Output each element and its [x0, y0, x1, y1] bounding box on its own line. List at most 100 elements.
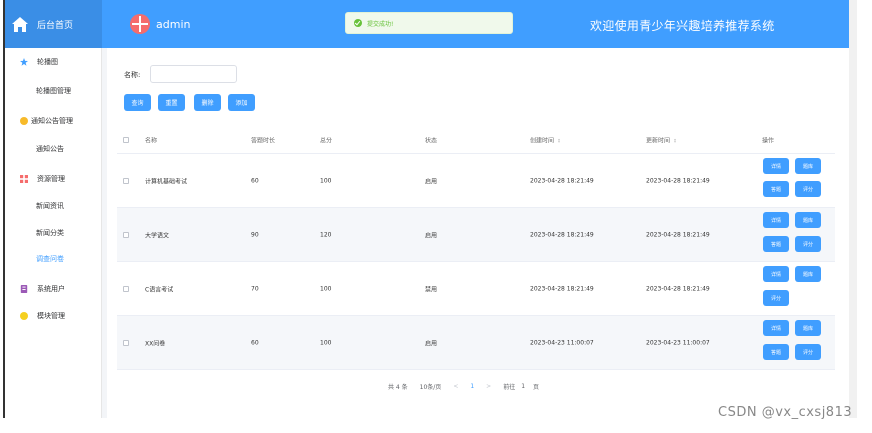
avatar [130, 14, 150, 34]
menu-group-label: 模块管理 [37, 312, 65, 320]
select-all-checkbox[interactable] [123, 136, 129, 143]
menu-group-notice[interactable]: 通知公告管理 [20, 116, 73, 126]
cell-score: 100 [320, 339, 332, 346]
user-menu[interactable]: admin [130, 14, 190, 34]
module-icon [20, 312, 28, 320]
pagination: 共 4 条 10条/页 < 1 > 前往 1 页 [388, 382, 551, 391]
goto-page-input[interactable]: 1 [521, 383, 525, 390]
site-title: 欢迎使用青少年兴趣培养推荐系统 [590, 19, 775, 33]
user-icon [20, 285, 28, 293]
menu-group-module[interactable]: 模块管理 [20, 311, 65, 321]
cell-updated: 2023-04-28 18:21:49 [646, 231, 710, 238]
star-icon [20, 58, 28, 66]
menu-group-label: 轮播图 [37, 58, 58, 66]
notice-icon [20, 117, 28, 125]
cell-duration: 70 [251, 285, 259, 292]
success-toast: 提交成功! [345, 12, 513, 34]
detail-button[interactable]: 详情 [763, 212, 789, 228]
detail-button[interactable]: 详情 [763, 320, 789, 336]
add-button[interactable]: 添加 [228, 94, 255, 111]
cell-status: 启用 [425, 232, 438, 239]
name-search-input[interactable] [150, 65, 237, 83]
cell-created: 2023-04-28 18:21:49 [530, 231, 594, 238]
question-bank-button[interactable]: 题库 [795, 320, 821, 336]
total-count: 共 4 条 [388, 384, 408, 391]
username: admin [156, 17, 191, 31]
cell-created: 2023-04-23 11:00:07 [530, 339, 594, 346]
col-updated-label: 更新时间 [646, 137, 671, 144]
cell-duration: 90 [251, 231, 259, 238]
cell-name: 计算机基础考试 [145, 178, 188, 185]
cell-status: 启用 [425, 340, 438, 347]
admin-app: 后台首页 admin 提交成功! 欢迎使用青少年兴趣培养推荐系统 轮播图 轮播图… [3, 0, 851, 418]
question-bank-button[interactable]: 题库 [795, 212, 821, 228]
sort-icon: ⇕ [673, 138, 678, 144]
main-content: 名称: 查询 重置 删除 添加 名称 答题时长 总分 状态 创建时间 ⇕ 更新时间… [108, 48, 851, 418]
table-row: C语言考试 70 100 禁用 2023-04-28 18:21:49 2023… [117, 262, 835, 316]
menu-item-news-category[interactable]: 新闻分类 [36, 228, 64, 238]
col-name: 名称 [145, 137, 158, 144]
brand-label: 后台首页 [37, 20, 74, 31]
brand-home-link[interactable]: 后台首页 [5, 0, 102, 48]
cell-duration: 60 [251, 177, 259, 184]
goto-label: 前往 [503, 384, 516, 391]
cell-created: 2023-04-28 18:21:49 [530, 285, 594, 292]
grade-button[interactable]: 评分 [795, 344, 821, 360]
grade-button[interactable]: 评分 [795, 181, 821, 197]
detail-button[interactable]: 详情 [763, 158, 789, 174]
sidebar-divider [102, 48, 107, 418]
row-checkbox[interactable] [123, 285, 129, 292]
cell-status: 启用 [425, 178, 438, 185]
table-row: 计算机基础考试 60 100 启用 2023-04-28 18:21:49 20… [117, 154, 835, 208]
top-header: 后台首页 admin 提交成功! 欢迎使用青少年兴趣培养推荐系统 [5, 0, 851, 48]
answer-button[interactable]: 答题 [763, 344, 789, 360]
row-checkbox[interactable] [123, 339, 129, 346]
reset-button[interactable]: 重置 [158, 94, 185, 111]
cell-name: 大学语文 [145, 232, 170, 239]
col-created-label: 创建时间 [530, 137, 555, 144]
page-scrollbar[interactable] [849, 0, 857, 418]
col-status: 状态 [425, 137, 438, 144]
cell-duration: 60 [251, 339, 259, 346]
page-size-select[interactable]: 10条/页 [420, 382, 442, 391]
col-created[interactable]: 创建时间 ⇕ [530, 135, 561, 144]
menu-item-carousel-manage[interactable]: 轮播图管理 [36, 86, 71, 96]
query-button[interactable]: 查询 [124, 94, 151, 111]
col-duration: 答题时长 [251, 137, 276, 144]
delete-button[interactable]: 删除 [194, 94, 221, 111]
menu-group-sysuser[interactable]: 系统用户 [20, 284, 65, 294]
grade-button[interactable]: 评分 [795, 236, 821, 252]
question-bank-button[interactable]: 题库 [795, 266, 821, 282]
menu-group-label: 资源管理 [37, 175, 65, 183]
page-unit: 页 [533, 384, 540, 391]
col-score: 总分 [320, 137, 333, 144]
cell-name: XX问卷 [145, 340, 166, 347]
cell-updated: 2023-04-28 18:21:49 [646, 285, 710, 292]
menu-group-carousel[interactable]: 轮播图 [20, 57, 58, 67]
question-bank-button[interactable]: 题库 [795, 158, 821, 174]
row-checkbox[interactable] [123, 231, 129, 238]
row-checkbox[interactable] [123, 177, 129, 184]
menu-item-notice[interactable]: 通知公告 [36, 144, 64, 154]
detail-button[interactable]: 详情 [763, 266, 789, 282]
sidebar: 轮播图 轮播图管理 通知公告管理 通知公告 资源管理 新闻资讯 新闻分类 调查问… [5, 48, 102, 418]
grid-icon [20, 175, 28, 183]
answer-button[interactable]: 答题 [763, 236, 789, 252]
menu-group-label: 通知公告管理 [31, 117, 73, 125]
prev-page-button[interactable]: < [453, 383, 458, 390]
answer-button[interactable]: 答题 [763, 181, 789, 197]
table-row: XX问卷 60 100 启用 2023-04-23 11:00:07 2023-… [117, 316, 835, 370]
cell-score: 100 [320, 177, 332, 184]
cell-created: 2023-04-28 18:21:49 [530, 177, 594, 184]
search-label: 名称: [124, 71, 141, 79]
menu-item-survey-active[interactable]: 调查问卷 [36, 254, 64, 264]
grade-button[interactable]: 评分 [763, 290, 789, 306]
page-number[interactable]: 1 [470, 383, 474, 390]
menu-group-resource[interactable]: 资源管理 [20, 174, 65, 184]
next-page-button[interactable]: > [486, 383, 491, 390]
col-updated[interactable]: 更新时间 ⇕ [646, 135, 677, 144]
check-circle-icon [354, 19, 362, 27]
menu-group-label: 系统用户 [37, 285, 65, 293]
menu-item-news[interactable]: 新闻资讯 [36, 201, 64, 211]
cell-updated: 2023-04-28 18:21:49 [646, 177, 710, 184]
